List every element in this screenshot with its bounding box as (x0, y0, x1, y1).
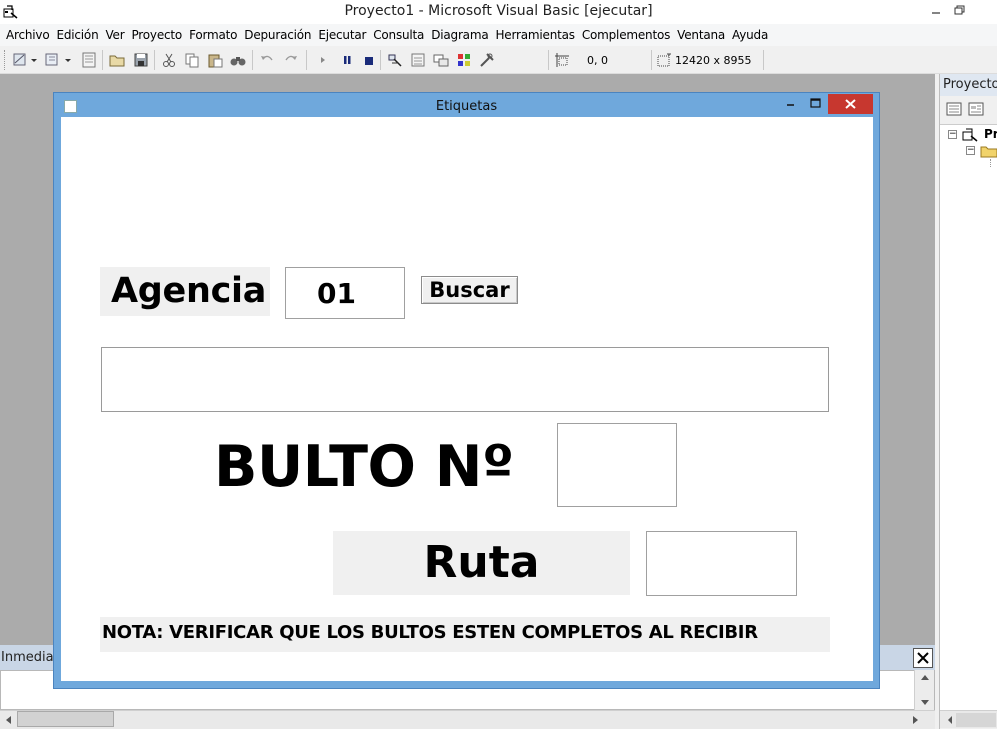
menu-consulta[interactable]: Consulta (371, 24, 429, 46)
ruta-input[interactable] (646, 531, 797, 596)
form-maximize-button[interactable] (806, 95, 826, 113)
menu-ayuda[interactable]: Ayuda (730, 24, 773, 46)
toolbar-grip[interactable] (4, 50, 7, 70)
menu-editor-icon[interactable] (80, 51, 98, 69)
copy-icon[interactable] (183, 51, 201, 69)
form-window-title: Etiquetas (435, 99, 498, 114)
minimize-icon (932, 12, 940, 14)
menu-complementos[interactable]: Complementos (580, 24, 675, 46)
size-icon (655, 51, 673, 69)
immediate-scroll-thumb[interactable] (17, 711, 114, 727)
tree-collapse-toggle[interactable]: − (966, 146, 975, 155)
menu-depuracion[interactable]: Depuración (242, 24, 316, 46)
agencia-name-field[interactable] (101, 347, 829, 412)
immediate-close-button[interactable] (913, 648, 933, 668)
pause-icon[interactable] (338, 51, 356, 69)
object-browser-icon[interactable] (455, 51, 473, 69)
add-project-icon[interactable] (12, 51, 37, 69)
stop-icon[interactable] (360, 51, 378, 69)
project-node-label[interactable]: Pr (984, 127, 997, 141)
immediate-vertical-scrollbar[interactable] (914, 670, 934, 710)
menu-archivo[interactable]: Archivo (4, 24, 54, 46)
restore-button[interactable] (950, 1, 970, 19)
close-icon (845, 99, 856, 109)
menu-ejecutar[interactable]: Ejecutar (316, 24, 371, 46)
size-readout: 12420 x 8955 (675, 54, 752, 67)
minimize-button[interactable] (926, 1, 946, 19)
view-code-icon[interactable] (946, 101, 962, 117)
ruta-label: Ruta (333, 531, 630, 595)
bulto-input[interactable] (557, 423, 677, 507)
redo-icon[interactable] (282, 51, 300, 69)
menu-ventana[interactable]: Ventana (675, 24, 730, 46)
menu-diagrama[interactable]: Diagrama (429, 24, 493, 46)
menu-formato[interactable]: Formato (187, 24, 242, 46)
bulto-label: BULTO Nº (214, 434, 514, 500)
minimize-icon (787, 104, 794, 106)
form-layout-icon[interactable] (432, 51, 450, 69)
menu-proyecto[interactable]: Proyecto (129, 24, 187, 46)
project-explorer-icon[interactable] (386, 51, 404, 69)
menu-edicion[interactable]: Edición (54, 24, 103, 46)
standard-toolbar: 0, 0 12420 x 8955 (0, 46, 997, 74)
paste-icon[interactable] (206, 51, 224, 69)
folder-icon (980, 144, 997, 158)
position-icon (553, 51, 571, 69)
cut-icon[interactable] (160, 51, 178, 69)
project-horizontal-scrollbar[interactable] (940, 710, 997, 728)
buscar-button[interactable]: Buscar (421, 276, 518, 304)
open-project-icon[interactable] (108, 51, 126, 69)
form-minimize-button[interactable] (781, 95, 801, 113)
tree-collapse-toggle[interactable]: − (948, 130, 957, 139)
save-project-icon[interactable] (132, 51, 150, 69)
project-panel-toolbar (940, 96, 997, 122)
toolbox-icon[interactable] (478, 51, 496, 69)
agencia-label: Agencia (100, 267, 270, 316)
undo-icon[interactable] (258, 51, 276, 69)
menu-bar: Archivo Edición Ver Proyecto Formato Dep… (0, 24, 997, 46)
menu-ver[interactable]: Ver (103, 24, 129, 46)
agencia-input[interactable]: 01 (285, 267, 405, 319)
project-explorer-panel: Proyecto − Pr − (939, 74, 997, 729)
properties-window-icon[interactable] (409, 51, 427, 69)
maximize-icon (810, 98, 821, 108)
find-icon[interactable] (229, 51, 247, 69)
project-node-icon (962, 127, 980, 143)
nota-label: NOTA: VERIFICAR QUE LOS BULTOS ESTEN COM… (100, 617, 830, 652)
window-title: Proyecto1 - Microsoft Visual Basic [ejec… (344, 3, 653, 19)
view-object-icon[interactable] (968, 101, 984, 117)
immediate-horizontal-scrollbar[interactable] (0, 710, 935, 729)
add-form-icon[interactable] (44, 51, 71, 69)
menu-herramientas[interactable]: Herramientas (493, 24, 579, 46)
restore-icon (954, 5, 965, 15)
play-icon[interactable] (314, 51, 332, 69)
form-close-button[interactable] (828, 94, 873, 114)
project-tree: − Pr − (940, 124, 997, 710)
immediate-window-title[interactable]: Inmedia (1, 650, 54, 665)
position-readout: 0, 0 (587, 54, 608, 67)
close-icon (913, 648, 933, 668)
project-panel-title[interactable]: Proyecto (940, 74, 997, 96)
